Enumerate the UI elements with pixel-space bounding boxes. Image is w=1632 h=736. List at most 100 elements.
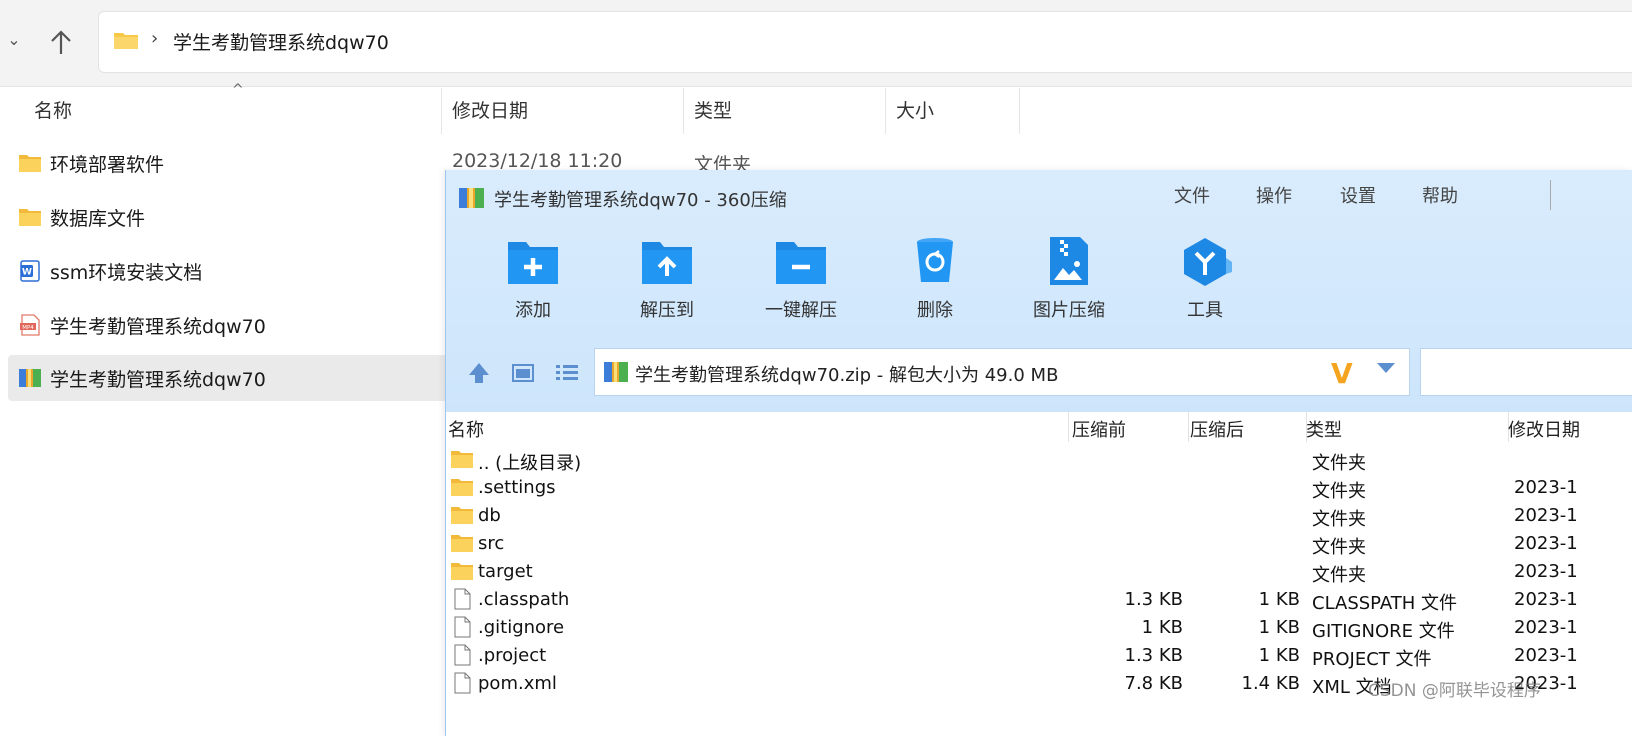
zip-file-row[interactable]: .gitignore 1 KB 1 KB GITIGNORE 文件 2023-1 [446, 614, 1632, 642]
zip-file-type: 文件夹 [1312, 509, 1366, 530]
search-input[interactable] [1420, 348, 1632, 396]
zip-column-date[interactable]: 修改日期 [1508, 416, 1580, 442]
file-row[interactable]: 数据库文件 [8, 194, 448, 240]
zip-file-row[interactable]: .project 1.3 KB 1 KB PROJECT 文件 2023-1 [446, 642, 1632, 670]
zip-file-date: 2023-1 [1514, 617, 1578, 638]
folder-icon [19, 209, 41, 226]
skin-icon[interactable] [1550, 180, 1575, 210]
zip-file-row[interactable]: db 文件夹 2023-1 [446, 502, 1632, 530]
chevron-down-icon[interactable]: ⌄ [4, 30, 24, 50]
tool-label: 添加 [515, 300, 551, 321]
zip-size-before: 1.3 KB [1124, 589, 1184, 610]
tools-cube-icon [1184, 238, 1232, 286]
tool-label: 删除 [917, 300, 953, 321]
zip-file-name: .project [478, 645, 547, 666]
zip-file-row[interactable]: .settings 文件夹 2023-1 [446, 474, 1632, 502]
zip-column-before[interactable]: 压缩前 [1072, 416, 1126, 442]
zip-file-row[interactable]: .classpath 1.3 KB 1 KB CLASSPATH 文件 2023-1 [446, 586, 1632, 614]
one-click-extract-button[interactable]: 一键解压 [746, 236, 856, 326]
zip-size-before: 1.3 KB [1124, 645, 1184, 666]
zip-file-type: CLASSPATH 文件 [1312, 593, 1458, 614]
mp4-video-icon: MP4 [20, 314, 40, 336]
file-name: 环境部署软件 [50, 154, 165, 176]
folder-icon [451, 535, 473, 552]
address-bar[interactable]: › 学生考勤管理系统dqw70 [98, 11, 1632, 73]
extract-to-folder-icon [642, 242, 692, 284]
one-click-extract-icon [776, 242, 826, 284]
verified-badge-icon: V [1331, 357, 1353, 390]
column-header-date[interactable]: 修改日期 [442, 88, 684, 134]
archive-path-bar[interactable]: 学生考勤管理系统dqw70.zip - 解包大小为 49.0 MB V [594, 348, 1410, 396]
breadcrumb-current[interactable]: 学生考勤管理系统dqw70 [173, 28, 389, 55]
recycle-bin-icon [917, 238, 953, 282]
file-name: 数据库文件 [50, 208, 146, 230]
file-date: 2023/12/18 11:20 [452, 150, 623, 172]
tools-button[interactable]: 工具 [1150, 236, 1260, 326]
thumbnail-view-icon[interactable] [510, 360, 536, 386]
tool-label: 一键解压 [765, 300, 837, 321]
archive-path-text: 学生考勤管理系统dqw70.zip - 解包大小为 49.0 MB [635, 365, 1059, 386]
zip-file-date: 2023-1 [1514, 561, 1578, 582]
add-folder-icon [508, 242, 558, 284]
zip-file-name: .classpath [478, 589, 570, 610]
image-compress-icon [1050, 237, 1088, 285]
zip-archive-icon [604, 362, 628, 382]
file-row[interactable]: W ssm环境安装文档 [8, 248, 448, 294]
zip-file-type: 文件夹 [1312, 453, 1366, 474]
zip-file-name: .settings [478, 477, 556, 498]
file-name: 学生考勤管理系统dqw70 [50, 316, 266, 338]
up-arrow-icon[interactable] [48, 28, 74, 56]
zip-column-type[interactable]: 类型 [1306, 416, 1342, 442]
file-name: ssm环境安装文档 [50, 262, 203, 284]
file-icon [454, 672, 471, 694]
zip-file-row[interactable]: src 文件夹 2023-1 [446, 530, 1632, 558]
menu-help[interactable]: 帮助 [1422, 182, 1458, 208]
zip-column-after[interactable]: 压缩后 [1190, 416, 1244, 442]
dropdown-triangle-icon[interactable] [1377, 363, 1395, 373]
menu-operation[interactable]: 操作 [1256, 182, 1292, 208]
folder-icon [19, 155, 41, 172]
tool-label: 图片压缩 [1033, 300, 1105, 321]
delete-button[interactable]: 删除 [880, 236, 990, 326]
zip-file-row[interactable]: .. (上级目录) 文件夹 [446, 446, 1632, 474]
zip-file-name: target [478, 561, 533, 582]
folder-icon [451, 563, 473, 580]
up-level-icon[interactable] [466, 360, 492, 386]
zip-column-name[interactable]: 名称 [448, 416, 484, 442]
tool-label: 解压到 [640, 300, 694, 321]
extract-to-button[interactable]: 解压到 [612, 236, 722, 326]
zip-toolbar-area: 学生考勤管理系统dqw70 - 360压缩 文件 操作 设置 帮助 添加 解压到 [446, 170, 1632, 412]
file-row[interactable]: MP4 学生考勤管理系统dqw70 [8, 302, 448, 348]
zip-file-name: db [478, 505, 501, 526]
zip-file-row[interactable]: target 文件夹 2023-1 [446, 558, 1632, 586]
file-icon [454, 588, 471, 610]
zip-file-date: 2023-1 [1514, 533, 1578, 554]
zip-size-after: 1 KB [1258, 589, 1300, 610]
column-header-type[interactable]: 类型 [684, 88, 886, 134]
zip-file-type: 文件夹 [1312, 481, 1366, 502]
explorer-toolbar: ⌄ › 学生考勤管理系统dqw70 [0, 0, 1632, 87]
file-icon [454, 644, 471, 666]
menu-file[interactable]: 文件 [1174, 182, 1210, 208]
svg-text:MP4: MP4 [22, 325, 34, 331]
tool-label: 工具 [1187, 300, 1223, 321]
list-view-icon[interactable] [554, 360, 580, 386]
zip-archive-icon [19, 369, 41, 387]
word-document-icon: W [20, 260, 40, 282]
folder-icon [451, 507, 473, 524]
breadcrumb-separator-icon: › [151, 28, 159, 49]
add-button[interactable]: 添加 [478, 236, 588, 326]
360zip-logo-icon [459, 188, 484, 208]
file-name: 学生考勤管理系统dqw70 [50, 369, 266, 391]
file-row-selected[interactable]: 学生考勤管理系统dqw70 [8, 355, 448, 401]
menu-settings[interactable]: 设置 [1340, 182, 1376, 208]
image-compress-button[interactable]: 图片压缩 [1014, 236, 1124, 326]
zip-file-name: src [478, 533, 505, 554]
column-header-name[interactable]: 名称 [24, 88, 442, 134]
file-row[interactable]: 环境部署软件 [8, 140, 448, 186]
zip-file-date: 2023-1 [1514, 645, 1578, 666]
zip-file-date: 2023-1 [1514, 589, 1578, 610]
column-header-size[interactable]: 大小 [886, 88, 1020, 134]
zip-size-after: 1 KB [1258, 645, 1300, 666]
svg-text:W: W [22, 268, 32, 278]
